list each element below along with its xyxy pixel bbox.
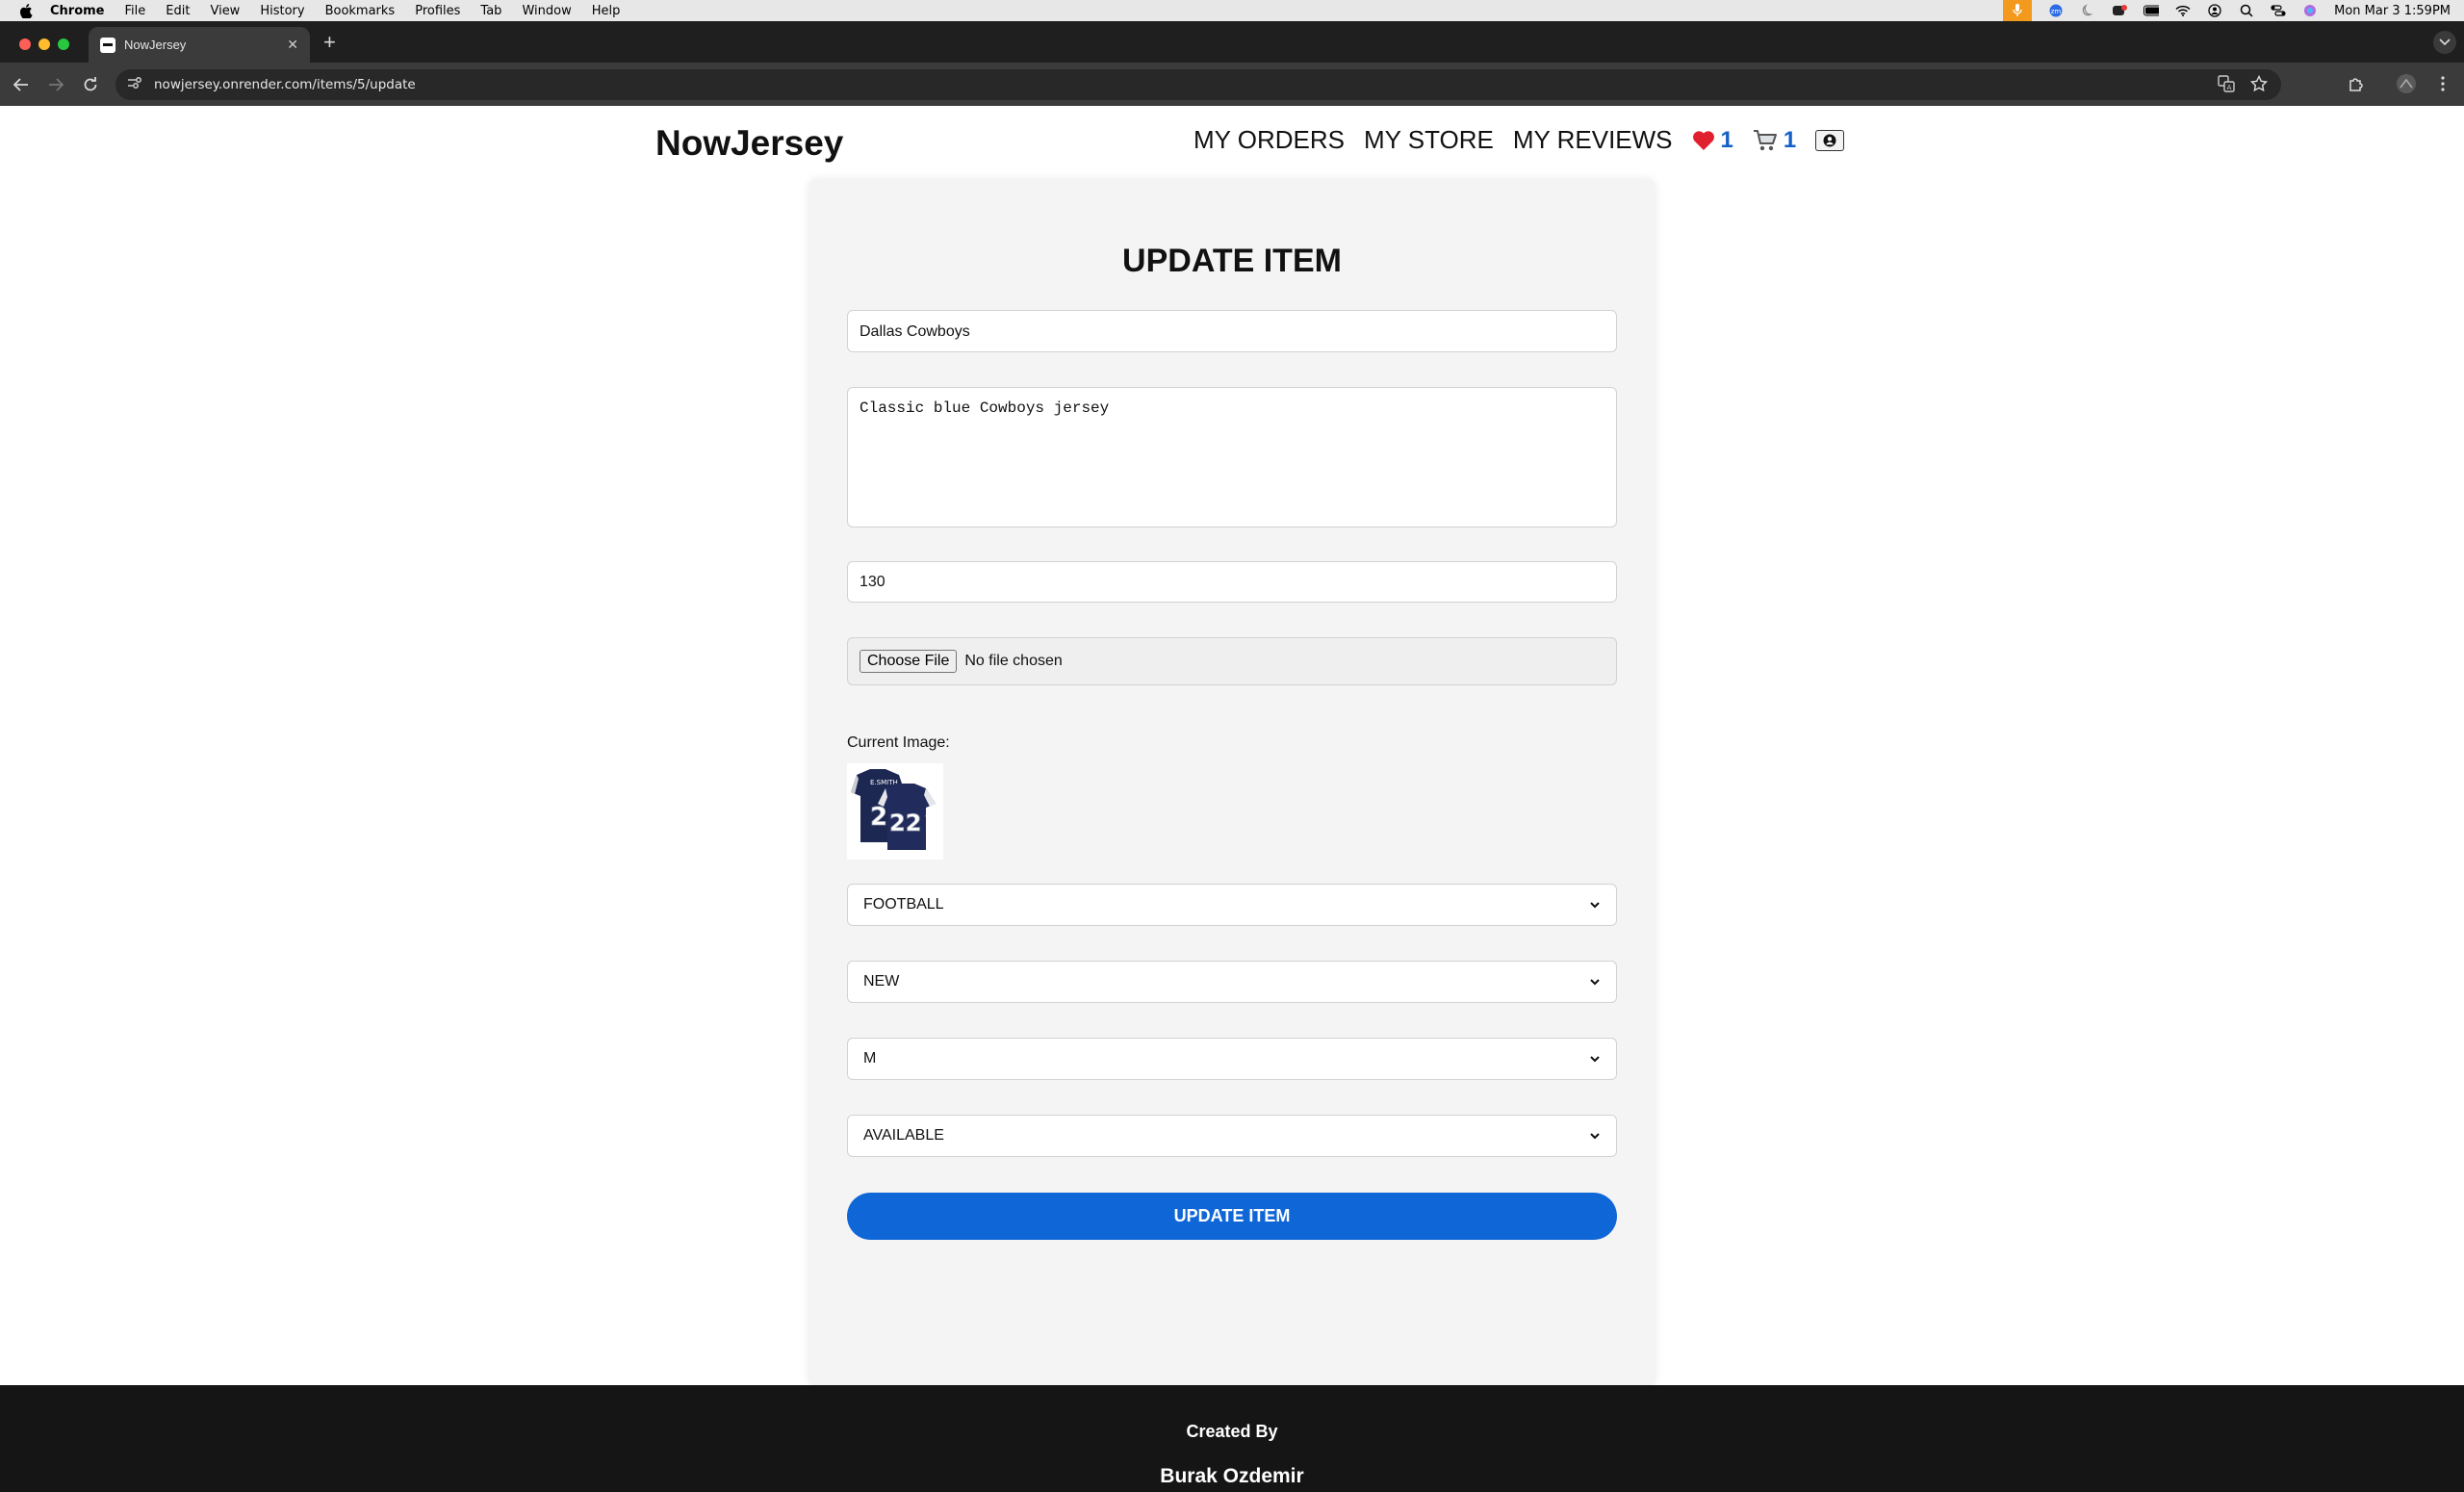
- menu-file[interactable]: File: [125, 4, 146, 18]
- chevron-down-icon: [1590, 1133, 1600, 1140]
- window-zoom-button[interactable]: [58, 39, 69, 50]
- window-close-button[interactable]: [19, 39, 31, 50]
- nav-my-orders[interactable]: MY ORDERS: [1194, 125, 1345, 155]
- profile-avatar-icon[interactable]: [2393, 70, 2420, 97]
- address-url-text[interactable]: nowjersey.onrender.com/items/5/update: [154, 77, 416, 92]
- browser-menu-kebab-icon[interactable]: [2429, 70, 2456, 97]
- current-item-image: 21 E.SMITH 22: [847, 763, 943, 860]
- nav-wishlist[interactable]: 1: [1692, 127, 1733, 154]
- wishlist-count: 1: [1720, 126, 1733, 153]
- item-price-input[interactable]: 130: [847, 561, 1617, 603]
- chevron-down-icon: [1590, 1056, 1600, 1063]
- menu-help[interactable]: Help: [592, 4, 621, 18]
- nav-cart[interactable]: 1: [1753, 127, 1796, 154]
- cart-icon: [1753, 129, 1777, 150]
- wifi-icon[interactable]: [2175, 4, 2191, 17]
- footer-author: Burak Ozdemir: [1160, 1465, 1304, 1487]
- update-item-form-card: UPDATE ITEM Dallas Cowboys Classic blue …: [808, 179, 1656, 1386]
- back-arrow-icon[interactable]: [8, 71, 35, 98]
- extensions-puzzle-icon[interactable]: [2343, 70, 2370, 97]
- size-select[interactable]: M: [847, 1038, 1617, 1080]
- browser-tab-active[interactable]: NowJersey ✕: [89, 27, 310, 63]
- microphone-icon[interactable]: [2003, 0, 2033, 21]
- menu-bookmarks[interactable]: Bookmarks: [325, 4, 396, 18]
- site-favicon-icon: [100, 37, 116, 53]
- siri-icon[interactable]: [2302, 4, 2318, 17]
- menu-tab[interactable]: Tab: [480, 4, 501, 18]
- category-select[interactable]: FOOTBALL: [847, 884, 1617, 926]
- menu-app-chrome[interactable]: Chrome: [50, 4, 105, 18]
- translate-icon[interactable]: A: [2218, 75, 2235, 97]
- nav-my-reviews[interactable]: MY REVIEWS: [1513, 125, 1673, 155]
- profile-menu-button[interactable]: [1815, 129, 1845, 151]
- menu-window[interactable]: Window: [522, 4, 571, 18]
- size-select-value: M: [863, 1050, 877, 1067]
- status-select-value: AVAILABLE: [863, 1127, 944, 1144]
- new-tab-plus-icon[interactable]: +: [323, 32, 336, 53]
- condition-select[interactable]: NEW: [847, 961, 1617, 1003]
- menu-history[interactable]: History: [260, 4, 304, 18]
- current-image-label: Current Image:: [847, 734, 950, 751]
- user-profile-icon: [1823, 134, 1836, 146]
- site-footer: Created By Burak Ozdemir: [0, 1385, 2464, 1492]
- file-status-text: No file chosen: [964, 653, 1063, 669]
- menubar-status-area: zm Mon Mar 3 1:59PM: [2003, 0, 2451, 21]
- category-select-value: FOOTBALL: [863, 896, 944, 913]
- control-center-icon[interactable]: [2271, 4, 2286, 17]
- status-select[interactable]: AVAILABLE: [847, 1115, 1617, 1157]
- tab-search-chevron-icon[interactable]: [2433, 31, 2456, 54]
- tab-close-icon[interactable]: ✕: [287, 37, 298, 53]
- address-bar[interactable]: nowjersey.onrender.com/items/5/update A: [116, 69, 2281, 100]
- svg-text:22: 22: [889, 810, 921, 836]
- site-logo[interactable]: NowJersey: [655, 123, 843, 164]
- tab-title: NowJersey: [124, 38, 187, 52]
- user-account-icon[interactable]: [2207, 4, 2222, 17]
- spotlight-search-icon[interactable]: [2239, 4, 2254, 17]
- nav-my-store[interactable]: MY STORE: [1364, 125, 1494, 155]
- browser-toolbar: nowjersey.onrender.com/items/5/update A: [0, 63, 2464, 106]
- app-badge-icon[interactable]: [2112, 4, 2128, 17]
- menu-view[interactable]: View: [210, 4, 240, 18]
- bookmark-star-icon[interactable]: [2249, 74, 2269, 97]
- image-file-input[interactable]: Choose File No file chosen: [847, 637, 1617, 685]
- zoom-icon[interactable]: zm: [2048, 4, 2064, 17]
- browser-tab-strip: NowJersey ✕ +: [0, 21, 2464, 63]
- heart-icon: [1692, 130, 1714, 150]
- svg-text:A: A: [2227, 84, 2232, 91]
- chevron-down-icon: [1590, 902, 1600, 909]
- item-description-textarea[interactable]: Classic blue Cowboys jersey: [847, 387, 1617, 527]
- svg-text:zm: zm: [2051, 8, 2062, 15]
- battery-icon[interactable]: [2143, 4, 2160, 17]
- item-name-input[interactable]: Dallas Cowboys: [847, 310, 1617, 352]
- site-info-icon[interactable]: [127, 76, 142, 94]
- forward-arrow-icon[interactable]: [42, 71, 69, 98]
- menu-profiles[interactable]: Profiles: [415, 4, 460, 18]
- moon-icon[interactable]: [2080, 4, 2095, 17]
- chevron-down-icon: [1590, 979, 1600, 986]
- web-page: NowJersey MY ORDERS MY STORE MY REVIEWS …: [0, 106, 2464, 1492]
- menu-edit[interactable]: Edit: [166, 4, 190, 18]
- form-title: UPDATE ITEM: [1122, 243, 1342, 279]
- choose-file-button[interactable]: Choose File: [860, 650, 958, 673]
- condition-select-value: NEW: [863, 973, 900, 990]
- update-item-button[interactable]: UPDATE ITEM: [847, 1193, 1617, 1240]
- footer-created-by: Created By: [1186, 1422, 1278, 1441]
- apple-icon[interactable]: [19, 3, 33, 18]
- window-minimize-button[interactable]: [38, 39, 50, 50]
- cart-count: 1: [1783, 126, 1797, 153]
- site-nav: MY ORDERS MY STORE MY REVIEWS 1 1: [1194, 125, 1845, 155]
- reload-icon[interactable]: [77, 71, 104, 98]
- macos-menu-bar: Chrome File Edit View History Bookmarks …: [0, 0, 2464, 21]
- menubar-clock[interactable]: Mon Mar 3 1:59PM: [2334, 4, 2451, 18]
